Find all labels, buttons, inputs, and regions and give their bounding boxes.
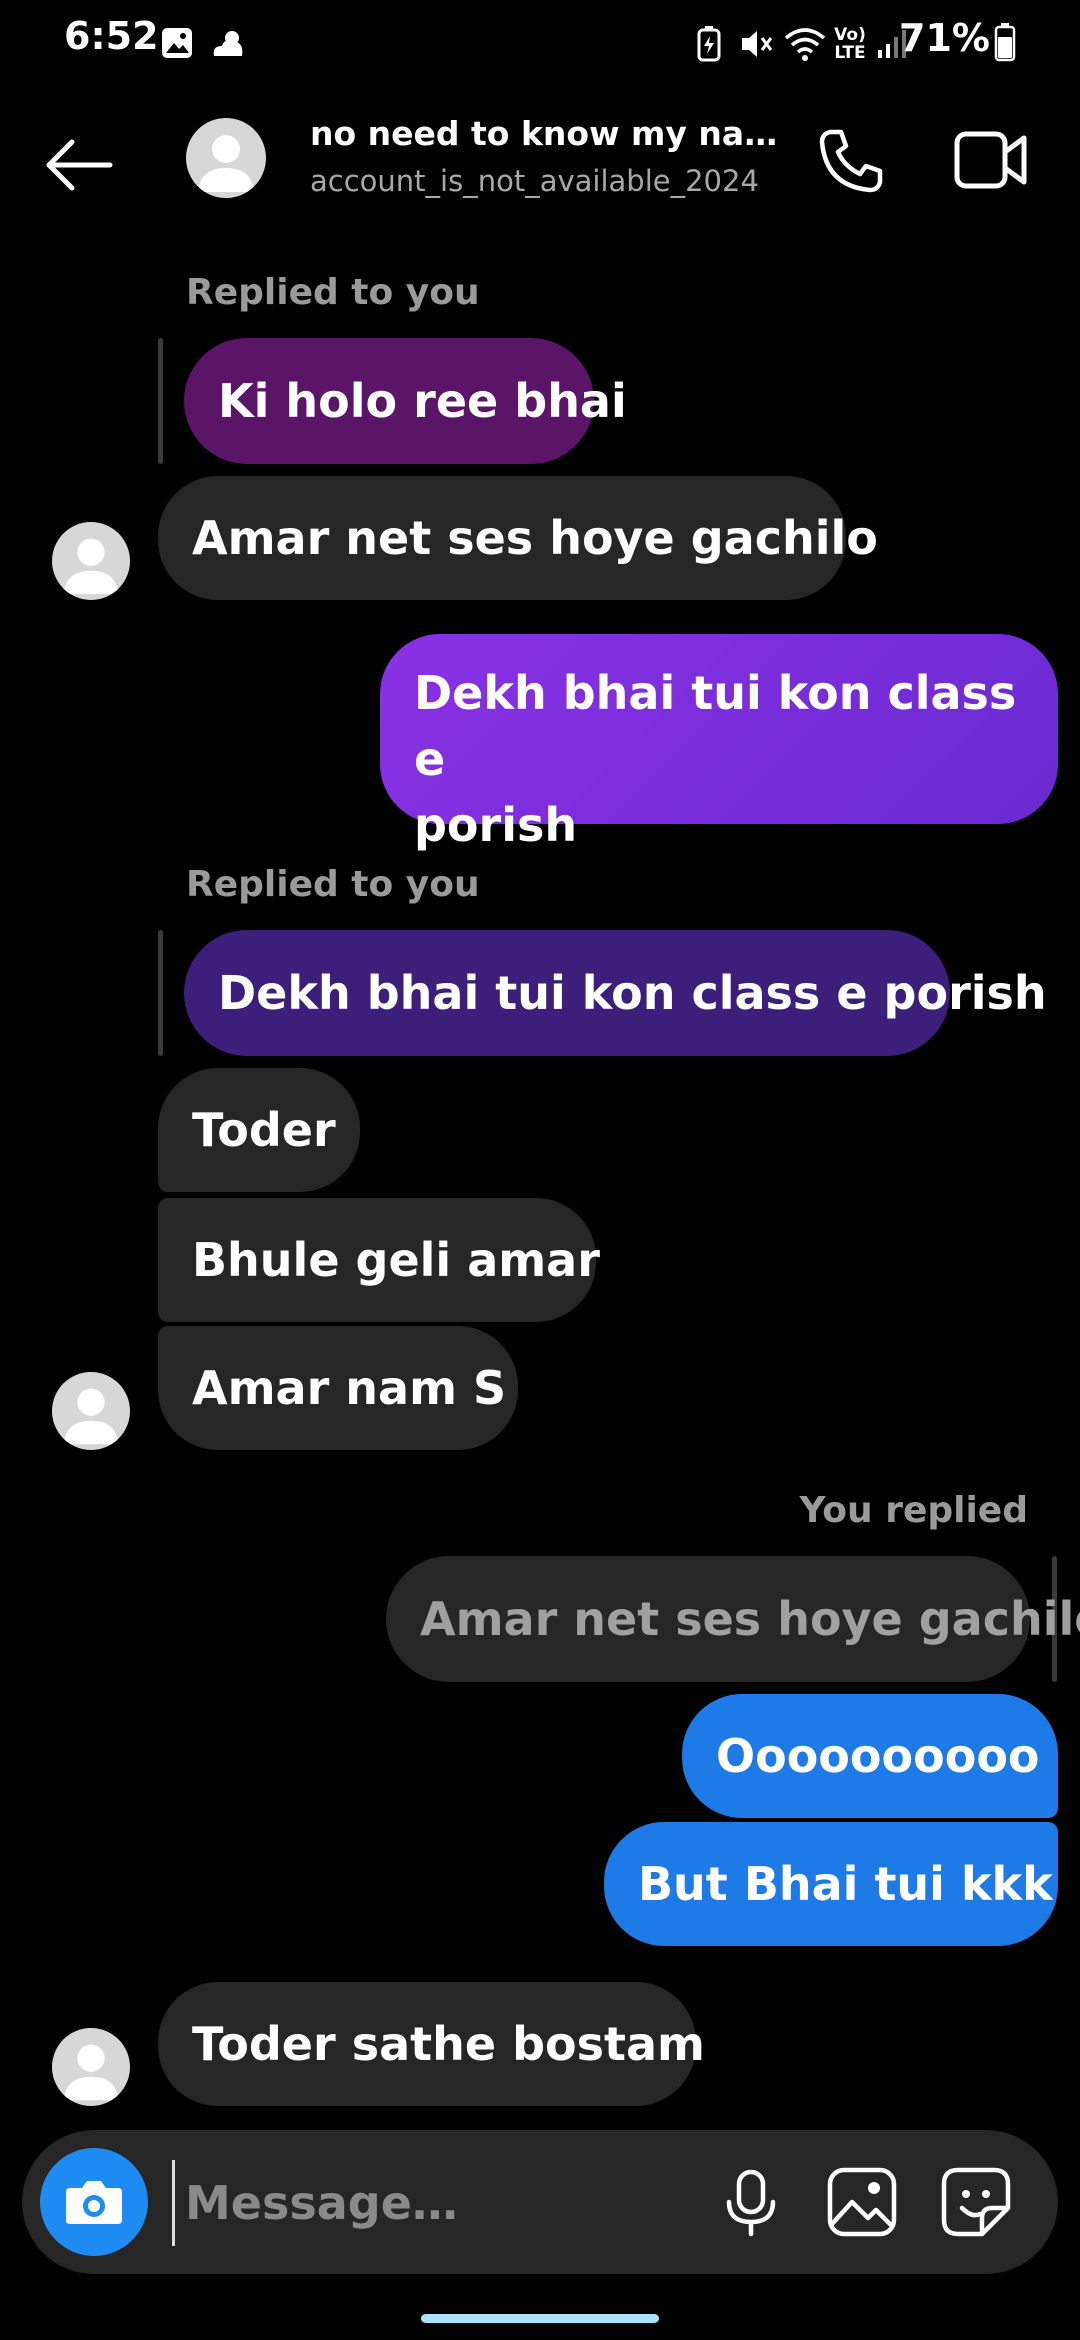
home-indicator[interactable]: [421, 2314, 659, 2323]
incoming-message[interactable]: Toder sathe bostam: [158, 1982, 705, 2106]
contact-name[interactable]: no need to know my na…: [310, 114, 777, 153]
outgoing-message[interactable]: Dekh bhai tui kon class e porish: [380, 634, 1058, 852]
message-line: Dekh bhai tui kon class e: [414, 666, 1017, 786]
quoted-message[interactable]: Ki holo ree bhai: [184, 338, 627, 464]
incoming-message[interactable]: Amar nam S: [158, 1326, 518, 1450]
contact-avatar[interactable]: [186, 118, 266, 198]
sticker-icon[interactable]: [938, 2164, 1014, 2240]
contact-username[interactable]: account_is_not_available_2024: [310, 164, 759, 198]
gallery-icon[interactable]: [824, 2164, 900, 2240]
battery-icon: [994, 23, 1016, 62]
sender-avatar[interactable]: [52, 1372, 130, 1450]
reply-bar: [158, 338, 163, 464]
gallery-notification-icon: [162, 28, 192, 58]
reply-label: Replied to you: [186, 272, 480, 313]
default-avatar-icon: [63, 2044, 119, 2101]
reply-label: You replied: [799, 1490, 1028, 1531]
quoted-message[interactable]: Amar net ses hoye gachilo: [386, 1556, 1080, 1682]
outgoing-message[interactable]: But Bhai tui kkk: [604, 1822, 1058, 1946]
reply-bar: [158, 930, 163, 1056]
message-input[interactable]: [172, 2160, 687, 2246]
chat-header: no need to know my na… account_is_not_av…: [0, 100, 1080, 230]
voice-call-icon[interactable]: [816, 126, 886, 196]
default-avatar-icon: [198, 135, 254, 192]
volte-label: Vo) LTE: [834, 25, 866, 63]
status-time: 6:52: [64, 14, 159, 58]
status-bar: 6:52 Vo) LTE 71%: [0, 0, 1080, 90]
camera-button[interactable]: [40, 2148, 148, 2256]
sender-avatar[interactable]: [52, 2028, 130, 2106]
battery-percentage: 71%: [899, 16, 990, 60]
outgoing-message[interactable]: Oooooooooo: [682, 1694, 1058, 1818]
message-line: porish: [414, 798, 578, 852]
incoming-message[interactable]: Amar net ses hoye gachilo: [158, 476, 878, 600]
wifi-icon: [784, 28, 826, 61]
video-call-icon[interactable]: [954, 128, 1028, 192]
incoming-message[interactable]: Toder: [158, 1068, 360, 1192]
incoming-message[interactable]: Bhule geli amar: [158, 1198, 600, 1322]
weather-icon: [213, 31, 243, 56]
battery-saver-icon: [697, 26, 721, 62]
reply-label: Replied to you: [186, 864, 480, 905]
sender-avatar[interactable]: [52, 522, 130, 600]
camera-icon: [66, 2181, 122, 2224]
default-avatar-icon: [63, 538, 119, 595]
microphone-icon[interactable]: [714, 2166, 788, 2240]
default-avatar-icon: [63, 1388, 119, 1445]
quoted-message[interactable]: Dekh bhai tui kon class e porish: [184, 930, 1047, 1056]
back-arrow-icon[interactable]: [44, 138, 114, 192]
message-composer: [22, 2130, 1058, 2274]
mute-icon: [742, 31, 773, 57]
